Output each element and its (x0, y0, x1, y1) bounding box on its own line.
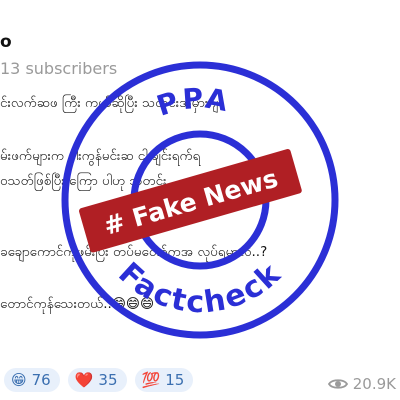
eye-icon (327, 377, 348, 391)
reaction-count: 15 (165, 371, 185, 389)
view-count: 20.9K (352, 375, 396, 393)
reaction-hundred[interactable]: 💯 15 (134, 368, 194, 392)
reaction-heart[interactable]: ❤️ 35 (67, 368, 127, 392)
grin-emoji-icon: 😁 (11, 371, 27, 389)
heart-emoji-icon: ❤️ (74, 371, 94, 389)
reaction-bar: 😁 76 ❤️ 35 💯 15 (4, 368, 194, 392)
stamp-top-text: PPA (153, 82, 233, 123)
reaction-grin[interactable]: 😁 76 (4, 368, 60, 392)
reaction-count: 35 (98, 371, 118, 389)
fake-news-stamp: PPA Factcheck # Fake News (61, 61, 339, 339)
hundred-emoji-icon: 💯 (141, 371, 161, 389)
reaction-count: 76 (31, 371, 51, 389)
stamp-banner: # Fake News (79, 149, 302, 253)
view-counter: 20.9K (327, 375, 396, 393)
